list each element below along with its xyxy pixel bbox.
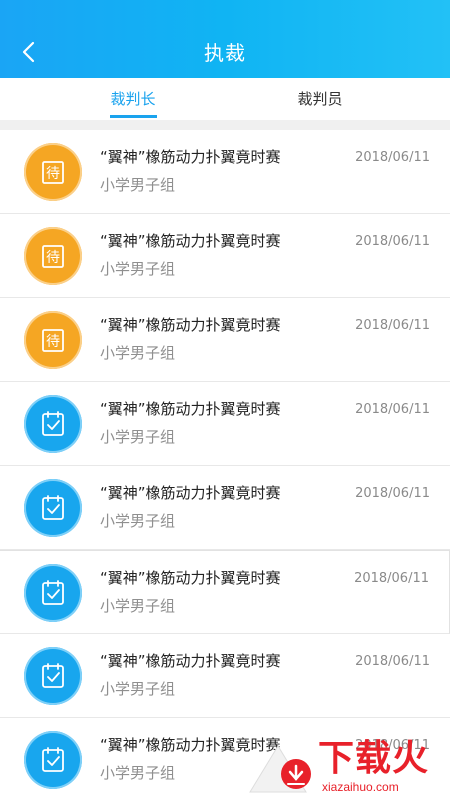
clipboard-check-icon — [42, 663, 64, 688]
pending-icon: 待 — [42, 329, 64, 352]
pending-icon: 待 — [42, 161, 64, 184]
pending-badge-text: 待 — [46, 334, 60, 350]
status-badge — [24, 731, 82, 789]
match-group: 小学男子组 — [100, 597, 176, 615]
section-divider — [0, 120, 450, 130]
status-badge — [24, 395, 82, 453]
list-item[interactable]: “翼神”橡筋动力扑翼竟时赛 2018/06/11 小学男子组 — [0, 550, 450, 634]
watermark-text: 下载火 — [318, 738, 430, 779]
status-badge — [24, 647, 82, 705]
match-list: 待 “翼神”橡筋动力扑翼竟时赛 2018/06/11 小学男子组待 “翼神”橡筋动力扑翼… — [0, 130, 450, 800]
tab-chief-referee[interactable]: 裁判长 — [73, 78, 193, 120]
pending-icon: 待 — [42, 245, 64, 268]
list-item[interactable]: 待 “翼神”橡筋动力扑翼竟时赛 2018/06/11 小学男子组 — [0, 214, 450, 298]
tab-bar: 裁判长 裁判员 — [0, 78, 450, 120]
match-group: 小学男子组 — [100, 680, 176, 698]
match-date: 2018/06/11 — [354, 571, 429, 586]
match-group: 小学男子组 — [100, 260, 176, 278]
page-title: 执裁 — [204, 41, 246, 65]
match-date: 2018/06/11 — [355, 234, 430, 249]
match-date: 2018/06/11 — [355, 654, 430, 669]
tab-referee[interactable]: 裁判员 — [260, 78, 380, 120]
match-group: 小学男子组 — [100, 344, 176, 362]
status-badge — [24, 479, 82, 537]
match-date: 2018/06/11 — [355, 486, 430, 501]
pending-badge-text: 待 — [46, 250, 60, 266]
match-title: “翼神”橡筋动力扑翼竟时赛 — [100, 484, 281, 502]
clipboard-check-icon — [42, 411, 64, 436]
status-badge: 待 — [24, 227, 82, 285]
active-tab-indicator — [110, 115, 157, 118]
match-title: “翼神”橡筋动力扑翼竟时赛 — [100, 316, 281, 334]
match-date: 2018/06/11 — [355, 318, 430, 333]
status-badge: 待 — [24, 311, 82, 369]
match-group: 小学男子组 — [100, 764, 176, 782]
list-item[interactable]: “翼神”橡筋动力扑翼竟时赛 2018/06/11 小学男子组 — [0, 466, 450, 550]
match-title: “翼神”橡筋动力扑翼竟时赛 — [100, 148, 281, 166]
match-title: “翼神”橡筋动力扑翼竟时赛 — [100, 232, 281, 250]
match-group: 小学男子组 — [100, 512, 176, 530]
status-badge — [24, 564, 82, 622]
app-header: 执裁 — [0, 0, 450, 78]
match-group: 小学男子组 — [100, 428, 176, 446]
pending-badge-text: 待 — [46, 166, 60, 182]
list-item[interactable]: “翼神”橡筋动力扑翼竟时赛 2018/06/11 小学男子组 — [0, 634, 450, 718]
status-badge: 待 — [24, 143, 82, 201]
match-date: 2018/06/11 — [355, 402, 430, 417]
watermark-logo-icon — [249, 745, 311, 793]
match-date: 2018/06/11 — [355, 150, 430, 165]
clipboard-check-icon — [42, 747, 64, 772]
watermark: 下载火 xiazaihuo.com — [238, 736, 450, 800]
list-item[interactable]: 待 “翼神”橡筋动力扑翼竟时赛 2018/06/11 小学男子组 — [0, 298, 450, 382]
clipboard-check-icon — [42, 495, 64, 520]
match-title: “翼神”橡筋动力扑翼竟时赛 — [100, 652, 281, 670]
match-group: 小学男子组 — [100, 176, 176, 194]
list-item[interactable]: 待 “翼神”橡筋动力扑翼竟时赛 2018/06/11 小学男子组 — [0, 130, 450, 214]
watermark-site: xiazaihuo.com — [322, 780, 399, 794]
list-item[interactable]: “翼神”橡筋动力扑翼竟时赛 2018/06/11 小学男子组 — [0, 382, 450, 466]
clipboard-check-icon — [42, 580, 64, 605]
match-title: “翼神”橡筋动力扑翼竟时赛 — [100, 569, 281, 587]
match-title: “翼神”橡筋动力扑翼竟时赛 — [100, 400, 281, 418]
